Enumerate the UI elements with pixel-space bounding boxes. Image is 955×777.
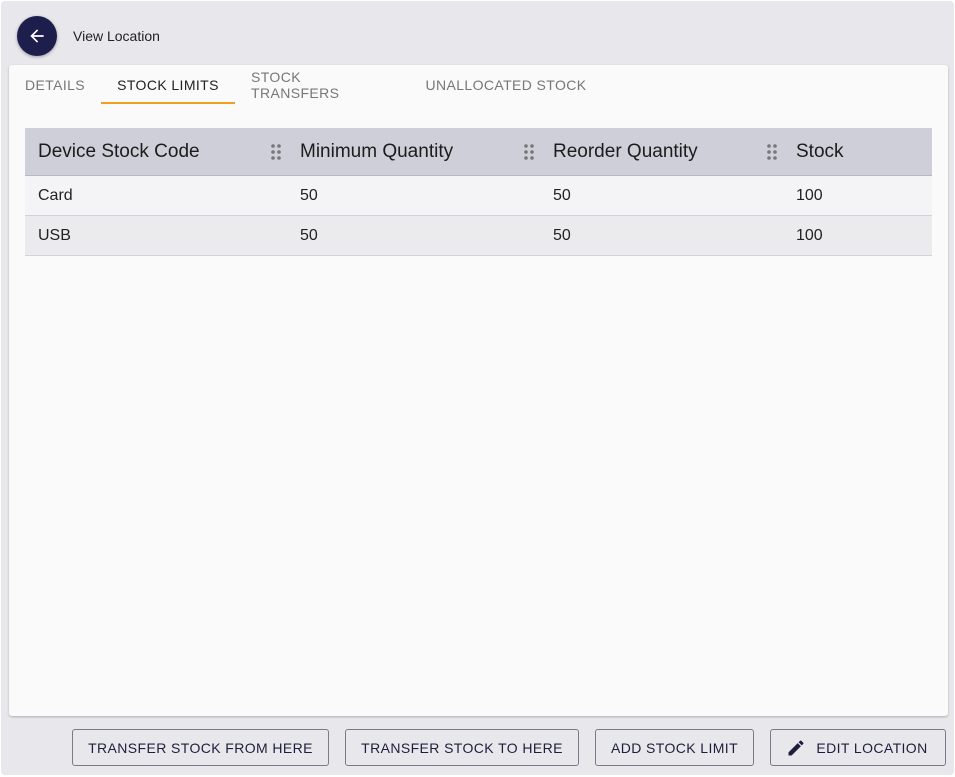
transfer-stock-from-here-button[interactable]: TRANSFER STOCK FROM HERE	[72, 729, 329, 766]
column-header-device-stock-code[interactable]: Device Stock Code	[25, 128, 287, 175]
cell-stock: 100	[796, 226, 823, 244]
column-header-label: Device Stock Code	[38, 140, 200, 162]
drag-handle-icon[interactable]	[271, 143, 281, 160]
column-header-label: Stock	[796, 140, 844, 162]
stock-limits-table: Device Stock Code Minimum Quantity Reord…	[25, 128, 932, 256]
cell-reorder-quantity: 50	[553, 186, 571, 204]
cell-stock: 100	[796, 186, 823, 204]
table-row[interactable]: USB 50 50 100	[25, 216, 932, 256]
action-bar: TRANSFER STOCK FROM HERE TRANSFER STOCK …	[0, 729, 955, 766]
cell-reorder-quantity: 50	[553, 226, 571, 244]
column-header-label: Reorder Quantity	[553, 140, 698, 162]
table-header: Device Stock Code Minimum Quantity Reord…	[25, 128, 932, 176]
tab-stock-limits[interactable]: STOCK LIMITS	[101, 65, 235, 105]
column-header-reorder-quantity[interactable]: Reorder Quantity	[540, 128, 783, 175]
tab-unallocated-stock[interactable]: UNALLOCATED STOCK	[409, 65, 603, 105]
back-button[interactable]	[17, 16, 57, 56]
cell-minimum-quantity: 50	[300, 186, 318, 204]
cell-device-stock-code: Card	[38, 186, 73, 204]
add-stock-limit-button[interactable]: ADD STOCK LIMIT	[595, 729, 754, 766]
tab-details[interactable]: DETAILS	[9, 65, 101, 105]
page-title: View Location	[73, 28, 160, 44]
transfer-stock-to-here-button[interactable]: TRANSFER STOCK TO HERE	[345, 729, 579, 766]
content-card: DETAILS STOCK LIMITS STOCK TRANSFERS UNA…	[9, 65, 948, 716]
column-header-label: Minimum Quantity	[300, 140, 454, 162]
cell-minimum-quantity: 50	[300, 226, 318, 244]
edit-location-label: EDIT LOCATION	[816, 739, 928, 756]
drag-handle-icon[interactable]	[524, 143, 534, 160]
cell-device-stock-code: USB	[38, 226, 71, 244]
tab-stock-transfers[interactable]: STOCK TRANSFERS	[235, 65, 409, 105]
pencil-icon	[786, 738, 806, 758]
edit-location-button[interactable]: EDIT LOCATION	[770, 729, 946, 766]
drag-handle-icon[interactable]	[767, 143, 777, 160]
arrow-left-icon	[27, 26, 47, 46]
column-header-minimum-quantity[interactable]: Minimum Quantity	[287, 128, 540, 175]
column-header-stock[interactable]: Stock	[783, 128, 932, 175]
table-row[interactable]: Card 50 50 100	[25, 176, 932, 216]
tab-bar: DETAILS STOCK LIMITS STOCK TRANSFERS UNA…	[9, 65, 603, 105]
page-frame: View Location DETAILS STOCK LIMITS STOCK…	[1, 1, 954, 775]
